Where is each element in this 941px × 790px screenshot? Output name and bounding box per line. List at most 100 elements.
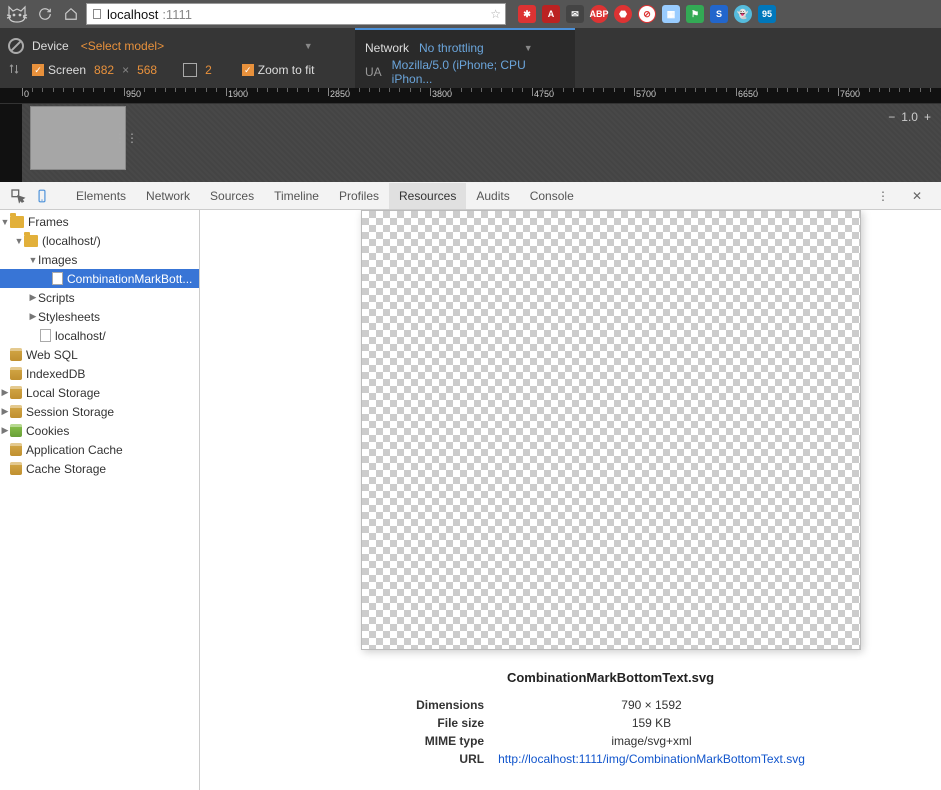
url-host: localhost: [107, 7, 158, 22]
ext-icon-shield[interactable]: ⬣: [614, 5, 632, 23]
screen-label: Screen: [48, 63, 86, 77]
tree-cachestorage[interactable]: Cache Storage: [0, 459, 199, 478]
tree-localhost[interactable]: (localhost/): [0, 231, 199, 250]
ext-icon-s[interactable]: S: [710, 5, 728, 23]
resize-handle[interactable]: ⋮⋮: [121, 107, 131, 169]
ruler-tick-label: 6650: [738, 89, 758, 99]
emulated-screen[interactable]: ⋮⋮: [30, 106, 126, 170]
meta-dimensions-value: 790 × 1592: [492, 697, 811, 713]
tree-websql[interactable]: Web SQL: [0, 345, 199, 364]
url-bar[interactable]: localhost :1111 ☆: [86, 3, 506, 25]
ruler-tick-label: 5700: [636, 89, 656, 99]
storage-icon: [10, 405, 22, 418]
extension-icons: ✱ A ✉ ABP ⬣ ⊘ ▦ ⚑ S 👻 95: [518, 5, 776, 23]
horizontal-ruler: 09501900285038004750570066507600: [0, 88, 941, 104]
database-icon: [10, 348, 22, 361]
throttling-select[interactable]: No throttling ▼: [419, 41, 533, 55]
tab-network[interactable]: Network: [136, 183, 200, 209]
toggle-device-icon[interactable]: [30, 184, 54, 208]
tree-label: Cache Storage: [26, 462, 106, 476]
no-device-icon[interactable]: [8, 38, 24, 54]
dpr-icon[interactable]: [183, 63, 197, 77]
folder-icon: [10, 216, 24, 228]
zoom-value: 1.0: [901, 110, 918, 124]
ua-value[interactable]: Mozilla/5.0 (iPhone; CPU iPhon...: [392, 58, 565, 86]
zoom-to-fit-checkbox[interactable]: ✓Zoom to fit: [242, 63, 315, 77]
tree-sessionstorage[interactable]: Session Storage: [0, 402, 199, 421]
zoom-fit-label: Zoom to fit: [258, 63, 315, 77]
tab-timeline[interactable]: Timeline: [264, 183, 329, 209]
devtools-close-icon[interactable]: ✕: [905, 184, 929, 208]
ext-icon-asterisk[interactable]: ✱: [518, 5, 536, 23]
meta-mime-label: MIME type: [410, 733, 490, 749]
device-model-select[interactable]: <Select model> ▼: [77, 39, 317, 53]
dpr-value[interactable]: 2: [205, 63, 212, 77]
ext-icon-a[interactable]: A: [542, 5, 560, 23]
resource-preview-panel: CombinationMarkBottomText.svg Dimensions…: [200, 210, 941, 790]
tab-resources[interactable]: Resources: [389, 183, 466, 209]
resource-metadata: CombinationMarkBottomText.svg Dimensions…: [320, 670, 901, 769]
ruler-tick-label: 3800: [432, 89, 452, 99]
meta-filesize-label: File size: [410, 715, 490, 731]
tree-cookies[interactable]: Cookies: [0, 421, 199, 440]
tree-label: IndexedDB: [26, 367, 85, 381]
browser-logo-icon: [4, 1, 30, 27]
tree-label: Scripts: [38, 291, 75, 305]
tree-frames[interactable]: Frames: [0, 212, 199, 231]
reload-button[interactable]: [34, 3, 56, 25]
devtools-menu-icon[interactable]: ⋮: [871, 184, 895, 208]
ext-icon-mail[interactable]: ✉: [566, 5, 584, 23]
tab-audits[interactable]: Audits: [466, 183, 519, 209]
device-model-value: <Select model>: [81, 39, 164, 53]
tree-selected-file[interactable]: CombinationMarkBott...: [0, 269, 199, 288]
tab-console[interactable]: Console: [520, 183, 584, 209]
ext-icon-grid[interactable]: ▦: [662, 5, 680, 23]
storage-icon: [10, 462, 22, 475]
zoom-controls: − 1.0 +: [888, 110, 931, 124]
ruler-tick-label: 2850: [330, 89, 350, 99]
ext-icon-block[interactable]: ⊘: [638, 5, 656, 23]
tree-scripts[interactable]: Scripts: [0, 288, 199, 307]
ext-icon-95[interactable]: 95: [758, 5, 776, 23]
tree-images[interactable]: Images: [0, 250, 199, 269]
swap-dimensions-icon[interactable]: [8, 63, 24, 78]
zoom-in-button[interactable]: +: [924, 110, 931, 124]
tree-label: Images: [38, 253, 77, 267]
screen-checkbox[interactable]: ✓Screen: [32, 63, 86, 77]
tab-profiles[interactable]: Profiles: [329, 183, 389, 209]
screen-height[interactable]: 568: [137, 63, 157, 77]
ruler-tick-label: 4750: [534, 89, 554, 99]
url-rest: :1111: [162, 7, 192, 22]
storage-icon: [10, 443, 22, 456]
tab-sources[interactable]: Sources: [200, 183, 264, 209]
meta-url-link[interactable]: http://localhost:1111/img/CombinationMar…: [498, 752, 805, 766]
tree-label: Cookies: [26, 424, 69, 438]
ext-icon-flag[interactable]: ⚑: [686, 5, 704, 23]
device-label: Device: [32, 39, 69, 53]
ext-icon-abp[interactable]: ABP: [590, 5, 608, 23]
tree-appcache[interactable]: Application Cache: [0, 440, 199, 459]
home-button[interactable]: [60, 3, 82, 25]
zoom-out-button[interactable]: −: [888, 110, 895, 124]
tree-localhost-file[interactable]: localhost/: [0, 326, 199, 345]
bookmark-star-icon[interactable]: ☆: [490, 7, 501, 21]
tree-label: Session Storage: [26, 405, 114, 419]
times-symbol: ×: [122, 63, 129, 77]
tree-label: Application Cache: [26, 443, 123, 457]
image-preview: [361, 210, 861, 650]
tab-elements[interactable]: Elements: [66, 183, 136, 209]
inspect-element-icon[interactable]: [6, 184, 30, 208]
chevron-down-icon: ▼: [524, 43, 533, 53]
tree-indexeddb[interactable]: IndexedDB: [0, 364, 199, 383]
ext-icon-ghost[interactable]: 👻: [734, 5, 752, 23]
database-icon: [10, 367, 22, 380]
tree-label: localhost/: [55, 329, 106, 343]
screen-width[interactable]: 882: [94, 63, 114, 77]
device-mode-toolbar: Device <Select model> ▼ ✓Screen 882 × 56…: [0, 28, 941, 88]
page-icon: [91, 8, 103, 20]
ruler-tick-label: 1900: [228, 89, 248, 99]
tree-stylesheets[interactable]: Stylesheets: [0, 307, 199, 326]
tree-localstorage[interactable]: Local Storage: [0, 383, 199, 402]
tree-label: Local Storage: [26, 386, 100, 400]
tree-label: (localhost/): [42, 234, 101, 248]
